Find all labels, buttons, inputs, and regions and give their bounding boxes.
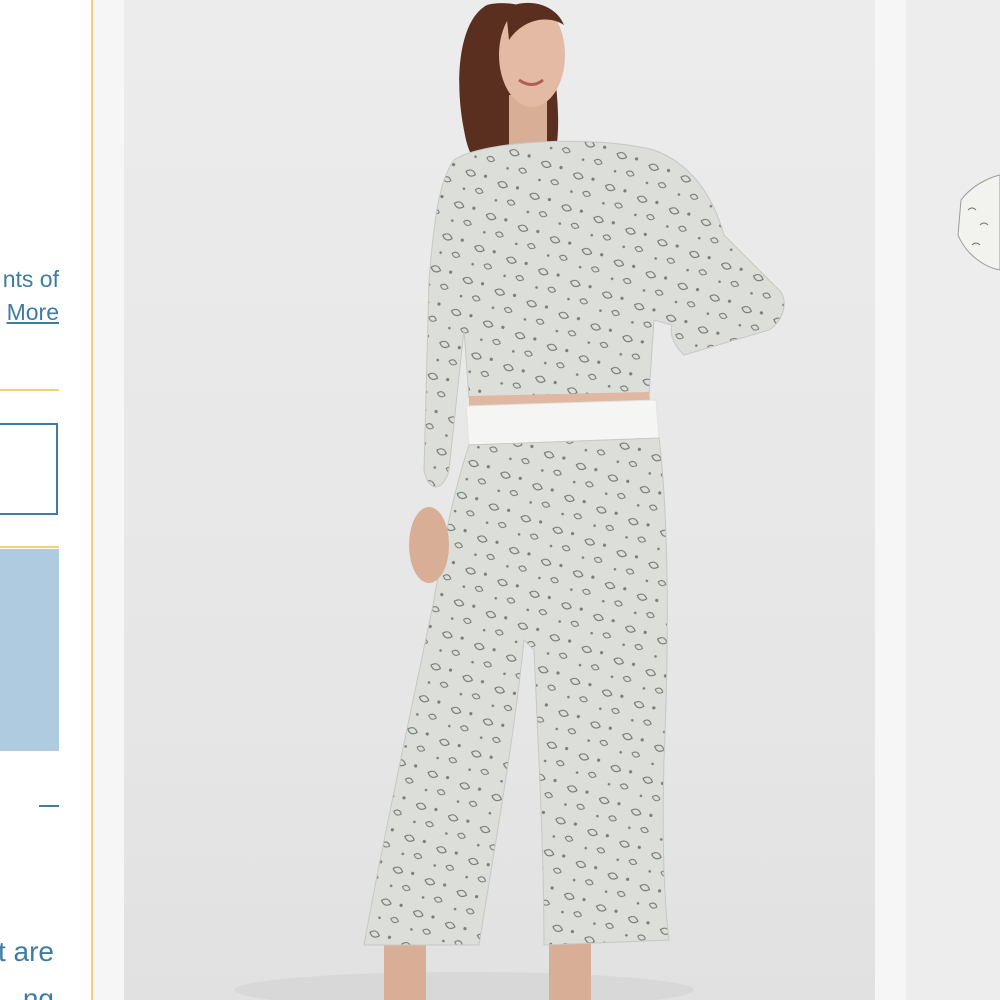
section-divider [0, 389, 59, 391]
size-option-button[interactable] [0, 423, 58, 515]
details-text-line: ng [22, 983, 54, 1000]
panel-divider [91, 0, 93, 1000]
product-main-image[interactable] [124, 0, 875, 1000]
minus-icon[interactable] [39, 805, 59, 807]
product-description-text: nts of [2, 266, 59, 292]
details-text-line: t are [0, 936, 54, 967]
next-image-preview [957, 174, 1000, 271]
read-more-link[interactable]: More [7, 301, 59, 324]
product-details-panel: nts of More t are ng [0, 0, 92, 1000]
section-divider [0, 546, 59, 548]
add-to-bag-button[interactable] [0, 549, 59, 751]
model-illustration [234, 2, 785, 1000]
next-gallery-image[interactable] [906, 0, 1000, 1000]
